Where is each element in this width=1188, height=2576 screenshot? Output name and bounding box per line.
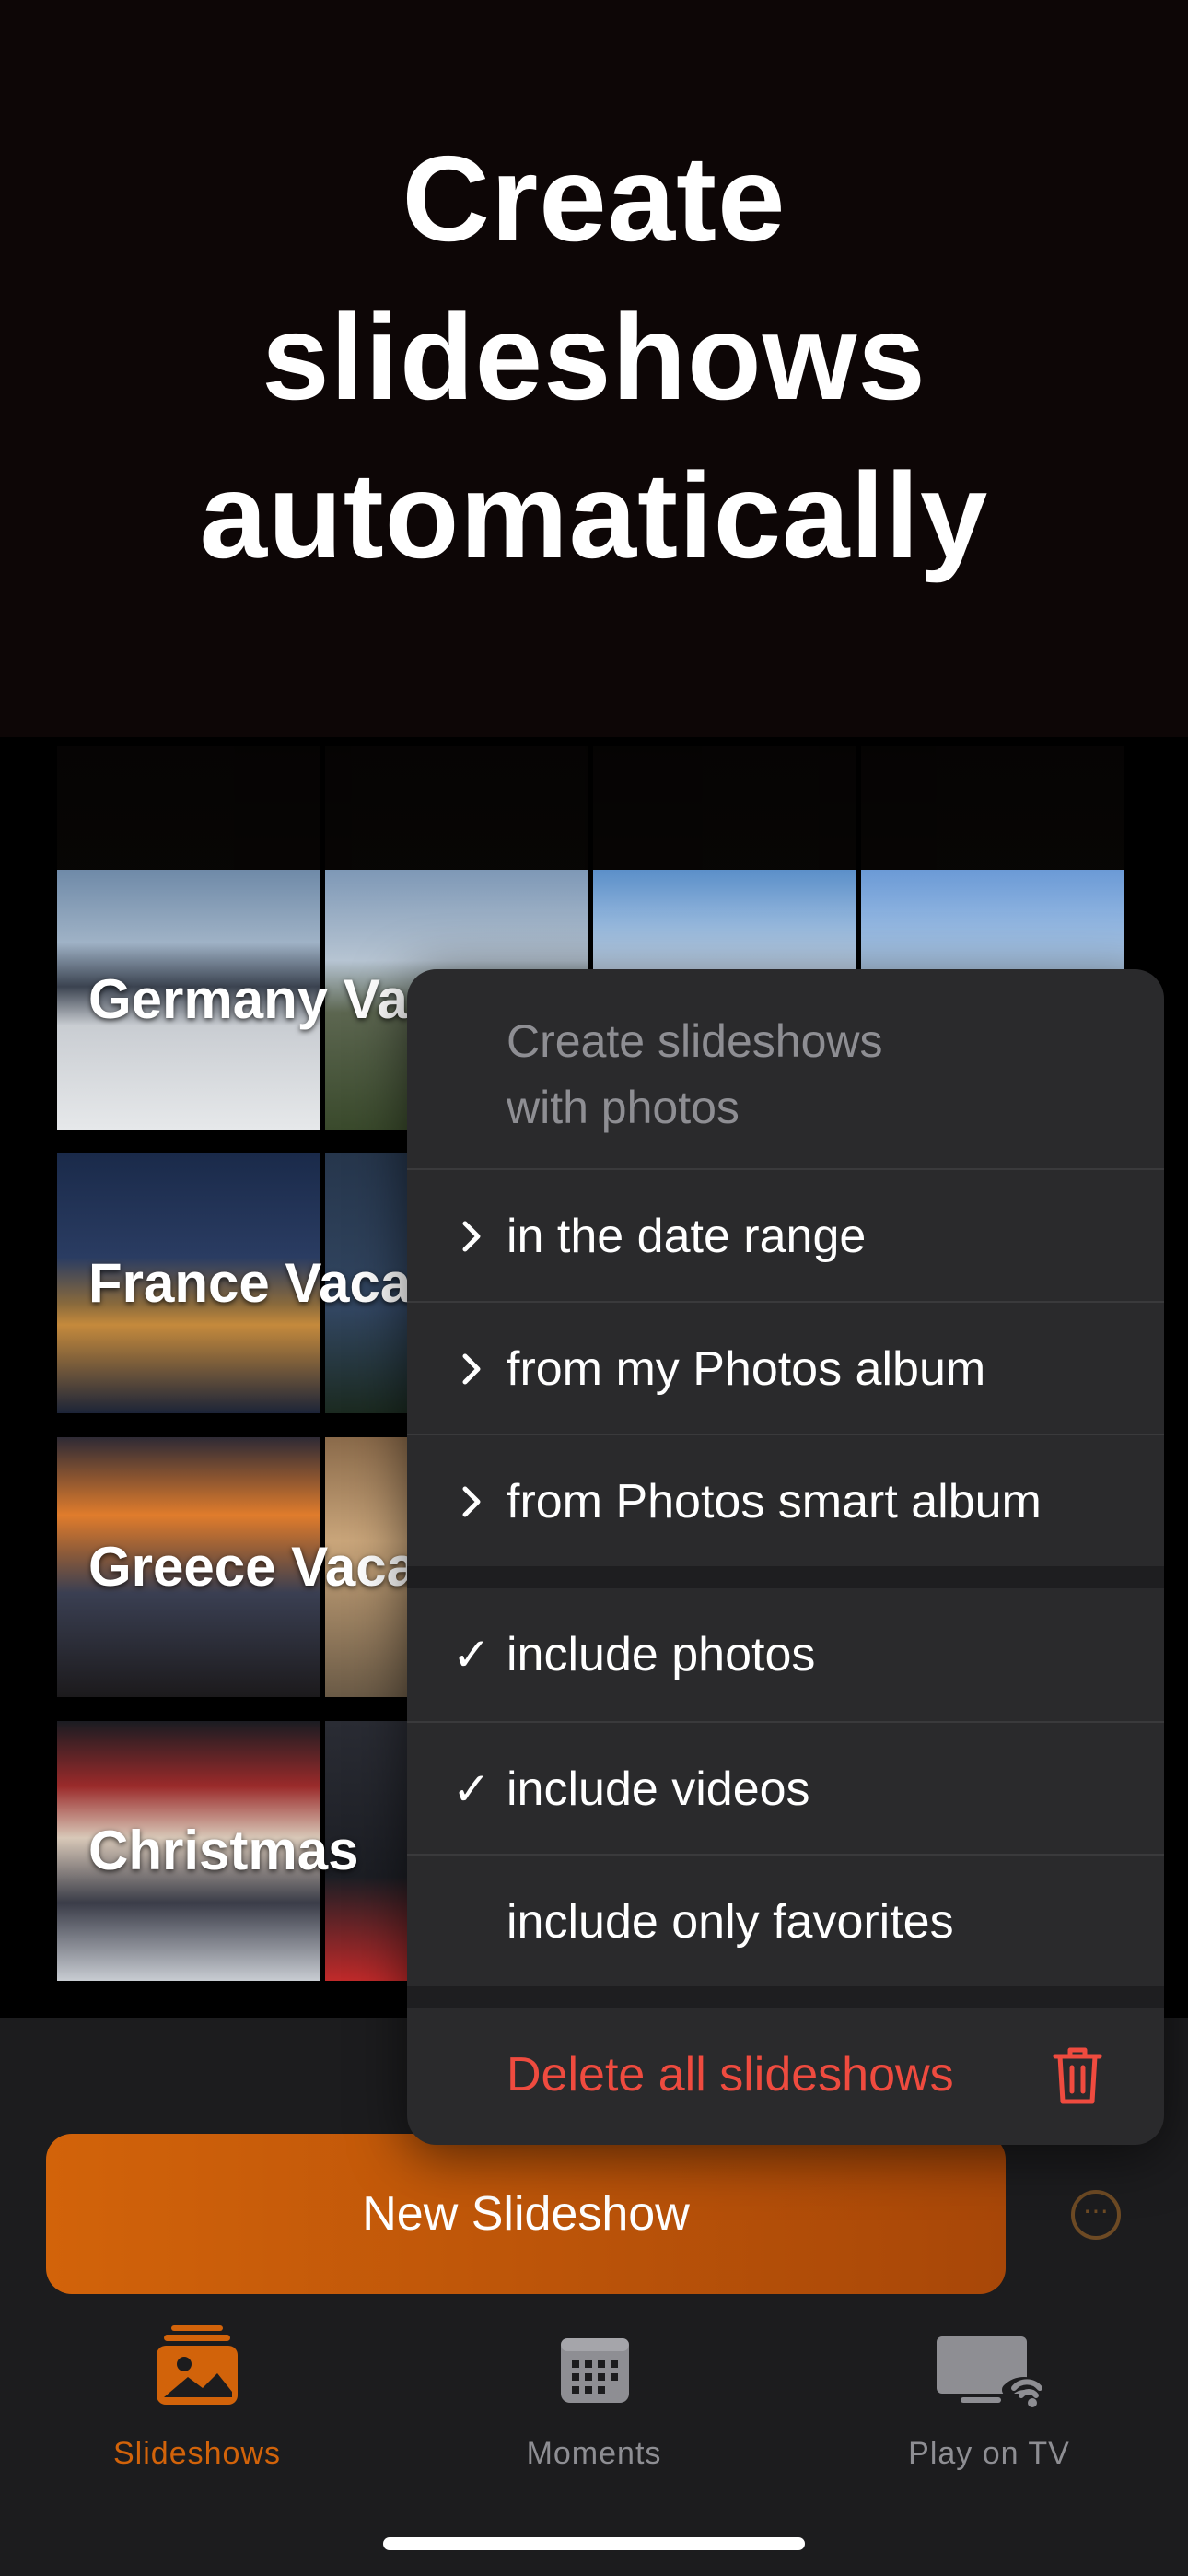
trash-icon <box>1052 2045 1103 2106</box>
chevron-right-icon <box>444 1170 499 1303</box>
menu-item-label: include only favorites <box>507 1895 954 1949</box>
menu-item-label: from my Photos album <box>507 1342 986 1396</box>
tab-slideshows[interactable]: Slideshows <box>59 2322 335 2472</box>
tab-label: Play on TV <box>908 2436 1070 2471</box>
slideshow-title: France Vaca <box>88 1252 412 1314</box>
hero-title: Create slideshows automatically <box>0 120 1188 595</box>
menu-item-include-videos[interactable]: ✓ include videos <box>407 1721 1164 1854</box>
menu-item-label: include photos <box>507 1628 816 1681</box>
menu-header: Create slideshows with photos <box>507 1008 1096 1141</box>
calendar-icon <box>548 2322 640 2414</box>
hero-title-line: Create <box>402 131 786 266</box>
menu-item-label: from Photos smart album <box>507 1475 1042 1528</box>
ellipsis-circle-icon[interactable]: ⋯ <box>1071 2190 1121 2240</box>
slideshow-title: Christmas <box>88 1820 359 1881</box>
menu-item-label: in the date range <box>507 1210 867 1263</box>
menu-section-separator <box>407 1986 1164 2008</box>
new-slideshow-button[interactable]: New Slideshow <box>46 2134 1006 2294</box>
slideshows-icon <box>151 2322 243 2414</box>
tab-label: Slideshows <box>113 2436 281 2471</box>
chevron-right-icon <box>444 1303 499 1435</box>
tab-play-on-tv[interactable]: Play on TV <box>851 2322 1127 2472</box>
menu-item-label: include videos <box>507 1762 810 1816</box>
menu-item-date-range[interactable]: in the date range <box>407 1168 1164 1301</box>
tv-icon <box>929 2322 1049 2414</box>
menu-item-only-favorites[interactable]: include only favorites <box>407 1854 1164 1986</box>
menu-header-text: Create slideshows with photos <box>507 1015 883 1133</box>
menu-item-include-photos[interactable]: ✓ include photos <box>407 1588 1164 1721</box>
checkmark-icon: ✓ <box>452 1763 491 1815</box>
checkmark-icon: ✓ <box>452 1629 491 1680</box>
slideshow-title: Germany Va <box>88 968 408 1030</box>
menu-item-smart-album[interactable]: from Photos smart album <box>407 1434 1164 1566</box>
menu-section-separator <box>407 1566 1164 1588</box>
menu-item-photos-album[interactable]: from my Photos album <box>407 1301 1164 1434</box>
context-menu: Create slideshows with photos in the dat… <box>407 969 1164 2145</box>
menu-item-label: Delete all slideshows <box>507 2048 954 2102</box>
hero-title-line: slideshows <box>262 289 926 425</box>
hero-banner: Create slideshows automatically <box>0 0 1188 844</box>
chevron-right-icon <box>444 1435 499 1568</box>
slideshow-title: Greece Vaca <box>88 1536 417 1598</box>
delete-all-slideshows-button[interactable]: Delete all slideshows <box>407 2008 1164 2141</box>
hero-title-line: automatically <box>199 448 989 583</box>
home-indicator <box>383 2537 805 2550</box>
tab-moments[interactable]: Moments <box>456 2322 732 2472</box>
tab-bar: Slideshows Moments Play on TV <box>0 2322 1188 2488</box>
tab-label: Moments <box>526 2436 662 2471</box>
